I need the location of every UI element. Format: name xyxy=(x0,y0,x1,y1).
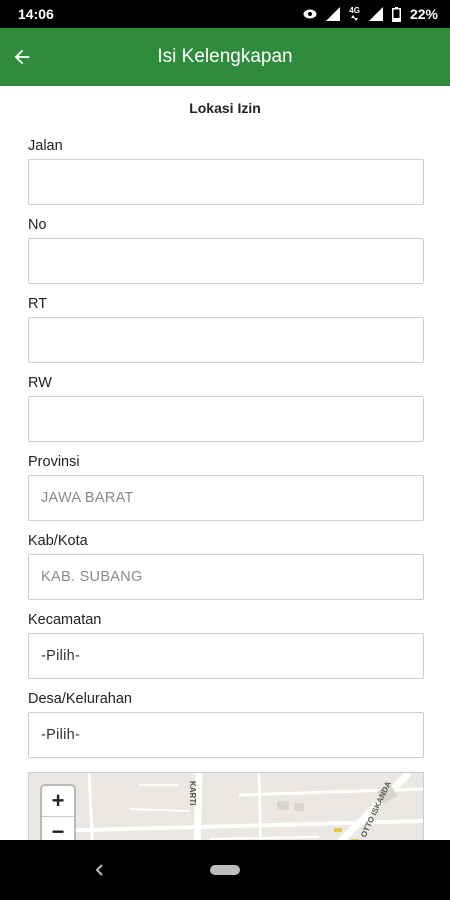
back-button[interactable] xyxy=(4,39,40,75)
field-rt: RT xyxy=(28,294,424,363)
zoom-in-button[interactable]: + xyxy=(42,786,74,816)
jalan-input[interactable] xyxy=(28,159,424,205)
field-rw: RW xyxy=(28,373,424,442)
section-title: Lokasi Izin xyxy=(189,100,261,116)
form-content: Lokasi Izin Jalan No RT RW Provinsi JAWA… xyxy=(0,86,450,840)
kecamatan-select[interactable]: -Pilih- xyxy=(28,633,424,679)
field-provinsi: Provinsi JAWA BARAT xyxy=(28,452,424,521)
zoom-control: + − xyxy=(42,786,74,840)
rw-input[interactable] xyxy=(28,396,424,442)
page-title: Isi Kelengkapan xyxy=(157,46,293,67)
signal-icon-2 xyxy=(368,7,383,21)
desa-select[interactable]: -Pilih- xyxy=(28,712,424,758)
field-label-rw: RW xyxy=(28,375,52,391)
arrow-left-icon xyxy=(14,49,30,65)
status-bar: 14:06 4G 22% xyxy=(0,0,450,28)
field-kabkota: Kab/Kota KAB. SUBANG xyxy=(28,531,424,600)
field-label-rt: RT xyxy=(28,296,48,312)
field-label-desa: Desa/Kelurahan xyxy=(28,691,132,707)
network-type: 4G xyxy=(349,7,360,21)
eye-icon xyxy=(303,9,317,19)
zoom-out-button[interactable]: − xyxy=(42,816,74,840)
kabkota-field: KAB. SUBANG xyxy=(28,554,424,600)
location-map[interactable]: KARTI OTTO ISKANDA + − xyxy=(28,772,424,840)
provinsi-field: JAWA BARAT xyxy=(28,475,424,521)
app-bar: Isi Kelengkapan xyxy=(0,28,450,86)
status-time: 14:06 xyxy=(18,6,54,22)
field-label-no: No xyxy=(28,217,47,233)
field-label-provinsi: Provinsi xyxy=(28,454,80,470)
field-label-kecamatan: Kecamatan xyxy=(28,612,102,628)
street-label-1: KARTI xyxy=(188,781,197,806)
system-nav-bar xyxy=(0,840,450,900)
data-arrows-icon xyxy=(350,15,358,21)
field-label-jalan: Jalan xyxy=(28,138,63,154)
signal-icon xyxy=(326,7,341,21)
battery-icon xyxy=(391,6,401,22)
no-input[interactable] xyxy=(28,238,424,284)
field-desa: Desa/Kelurahan -Pilih- xyxy=(28,689,424,758)
nav-back-icon[interactable] xyxy=(90,860,110,880)
field-label-kabkota: Kab/Kota xyxy=(28,533,88,549)
status-icons: 4G 22% xyxy=(303,6,438,22)
battery-percent: 22% xyxy=(409,6,438,22)
nav-home-pill[interactable] xyxy=(210,865,240,875)
rt-input[interactable] xyxy=(28,317,424,363)
field-kecamatan: Kecamatan -Pilih- xyxy=(28,610,424,679)
field-no: No xyxy=(28,215,424,284)
field-jalan: Jalan xyxy=(28,136,424,205)
